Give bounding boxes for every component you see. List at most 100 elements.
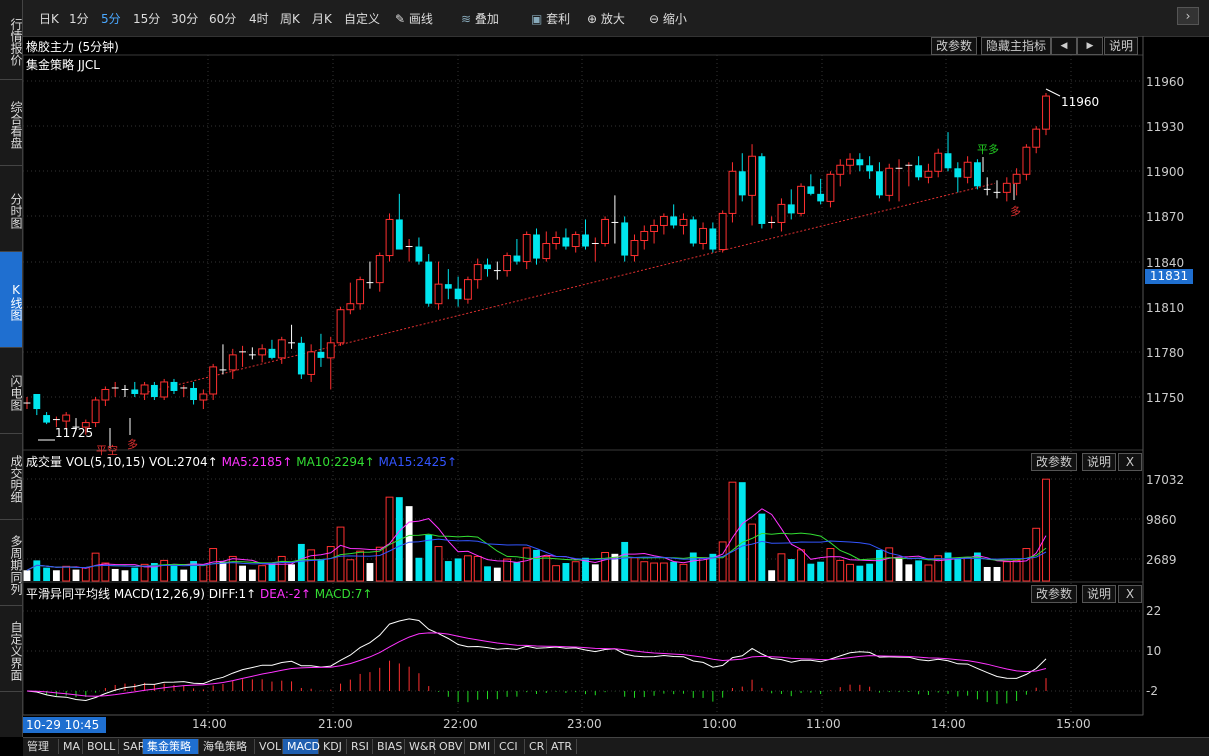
- candle-body-down: [415, 246, 423, 262]
- volume-bar-up: [62, 565, 71, 582]
- indicator-tab-13[interactable]: DMI: [465, 739, 495, 754]
- time-tick: 14:00: [931, 717, 966, 731]
- main-help-button[interactable]: 说明: [1104, 37, 1139, 55]
- volume-bar-down: [219, 561, 227, 581]
- volume-bar-down: [297, 543, 305, 581]
- price-tick: 11960: [1146, 75, 1185, 89]
- volume-bar-up: [503, 558, 512, 582]
- candle-body-down: [190, 387, 197, 401]
- candle-body-up: [963, 161, 972, 178]
- volume-help-button[interactable]: 说明: [1082, 453, 1117, 471]
- volume-bar-up: [601, 551, 610, 582]
- indicator-tab-8[interactable]: KDJ: [319, 739, 347, 754]
- macd-tick: 22: [1146, 604, 1162, 618]
- indicator-tab-2[interactable]: BOLL: [83, 739, 119, 754]
- volume-bar-up: [699, 557, 707, 582]
- volume-bar-down: [787, 559, 795, 581]
- volume-bar-down: [807, 563, 815, 581]
- arrow-right-icon[interactable]: ▶: [1077, 37, 1103, 55]
- candle-body-up: [522, 233, 531, 263]
- candle-body-down: [444, 284, 452, 289]
- candle-body-up: [228, 354, 237, 371]
- volume-bar-up: [385, 496, 394, 582]
- indicator-tab-4[interactable]: 集金策略: [143, 739, 199, 754]
- volume-bar-up: [836, 559, 845, 582]
- candle-body-up: [934, 152, 943, 172]
- candle-body-down: [533, 234, 540, 259]
- indicator-tab-0[interactable]: 管理: [23, 739, 59, 754]
- hide-indicator-button[interactable]: 隐藏主指标: [981, 37, 1052, 55]
- candle-body-down: [876, 171, 883, 196]
- volume-bar-down: [895, 557, 903, 581]
- price-tick: 11810: [1146, 301, 1185, 315]
- arrow-left-icon[interactable]: ◀: [1051, 37, 1077, 55]
- indicator-tab-11[interactable]: W&R: [405, 739, 436, 754]
- time-tick: 22:00: [443, 717, 478, 731]
- volume-bar-down: [856, 565, 864, 581]
- volume-bar-up: [326, 546, 335, 582]
- main-params-button[interactable]: 改参数: [931, 37, 978, 55]
- candle-body-down: [944, 153, 952, 169]
- indicator-tab-7[interactable]: MACD: [283, 739, 320, 754]
- signal-close-long: 平多: [977, 143, 999, 156]
- candle-body-up: [797, 185, 805, 214]
- candle-body-up: [503, 255, 512, 272]
- volume-bar-down: [72, 569, 80, 581]
- macd-params-button[interactable]: 改参数: [1031, 585, 1078, 603]
- volume-bar-down: [180, 569, 188, 581]
- indicator-tab-9[interactable]: RSI: [347, 739, 373, 754]
- indicator-tab-16[interactable]: ATR: [547, 739, 577, 754]
- candle-body-up: [846, 158, 854, 166]
- indicator-tab-15[interactable]: CR: [525, 739, 547, 754]
- candle-body-down: [43, 415, 51, 423]
- time-tick: 15:00: [1056, 717, 1091, 731]
- candle-body-down: [513, 255, 521, 262]
- candle-body-up: [307, 351, 316, 375]
- candle-body-up: [199, 393, 208, 401]
- candle-body-up: [1042, 95, 1050, 130]
- volume-bar-down: [415, 557, 423, 581]
- volume-bar-up: [463, 555, 472, 582]
- indicator-tab-12[interactable]: OBV: [435, 739, 465, 754]
- volume-tick: 2689: [1146, 553, 1177, 567]
- volume-bar-up: [826, 548, 835, 582]
- volume-bar-up: [630, 557, 639, 582]
- volume-bar-down: [454, 558, 462, 581]
- volume-bar-up: [552, 565, 561, 582]
- indicator-tab-5[interactable]: 海龟策略: [199, 739, 255, 754]
- volume-bar-down: [366, 563, 374, 581]
- volume-bar-up: [277, 555, 286, 582]
- indicator-tab-3[interactable]: SAR: [119, 739, 145, 754]
- candle-body-down: [131, 389, 139, 394]
- candle-body-down: [954, 168, 962, 178]
- volume-bar-down: [444, 561, 452, 581]
- indicator-tab-10[interactable]: BIAS: [373, 739, 405, 754]
- candle-body-down: [484, 264, 491, 270]
- kline-chart[interactable]: [0, 0, 1209, 755]
- instrument-title: 橡胶主力 (5分钟): [26, 40, 119, 54]
- high-price-label: 11960: [1061, 95, 1100, 109]
- volume-bar-down: [876, 549, 883, 581]
- volume-bar-down: [513, 562, 521, 581]
- candle-body-down: [709, 228, 717, 250]
- volume-bar-up: [1022, 548, 1031, 582]
- time-tick: 10:00: [702, 717, 737, 731]
- volume-bar-up: [650, 562, 659, 582]
- macd-diff-line: [26, 618, 1047, 702]
- indicator-tab-6[interactable]: VOL: [255, 739, 283, 754]
- volume-close-icon[interactable]: X: [1118, 453, 1142, 471]
- volume-bar-up: [522, 547, 531, 582]
- volume-tick: 9860: [1146, 513, 1177, 527]
- macd-help-button[interactable]: 说明: [1082, 585, 1117, 603]
- candle-body-up: [91, 399, 100, 424]
- volume-bar-down: [248, 569, 256, 581]
- volume-bar-down: [915, 560, 923, 581]
- volume-bar-up: [963, 557, 972, 582]
- candle-body-down: [317, 351, 325, 358]
- volume-params-button[interactable]: 改参数: [1031, 453, 1078, 471]
- macd-close-icon[interactable]: X: [1118, 585, 1142, 603]
- candle-body-up: [728, 170, 737, 214]
- volume-bar-up: [228, 555, 237, 582]
- indicator-tab-1[interactable]: MA: [59, 739, 83, 754]
- indicator-tab-14[interactable]: CCI: [495, 739, 525, 754]
